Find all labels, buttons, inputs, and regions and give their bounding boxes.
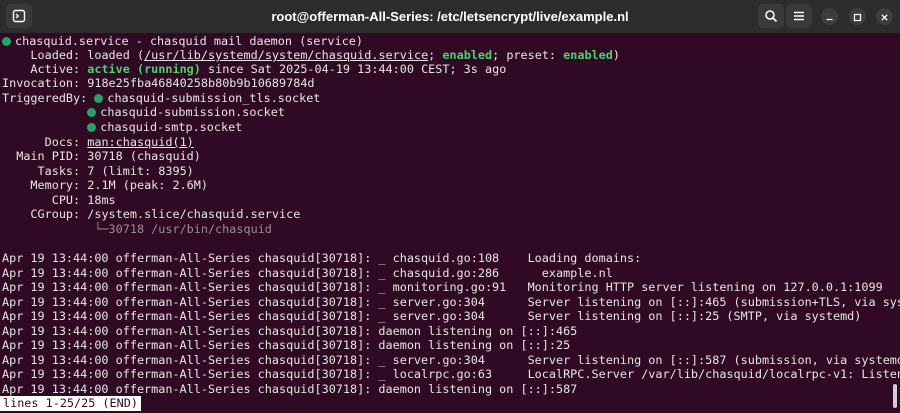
triggeredby-label: TriggeredBy: xyxy=(2,91,88,105)
close-button[interactable] xyxy=(876,8,893,25)
triggeredby-row: TriggeredBy: chasquid-submission_tls.soc… xyxy=(2,91,320,105)
tasks-label: Tasks: xyxy=(37,164,81,178)
log-line: Apr 19 13:44:00 offerman-All-Series chas… xyxy=(2,382,578,396)
enabled-state: enabled xyxy=(442,48,493,62)
docs-label: Docs: xyxy=(44,135,81,149)
search-button[interactable] xyxy=(758,4,784,28)
cgroup-process: └─30718 /usr/bin/chasquid xyxy=(94,222,272,236)
cpu-value: 18ms xyxy=(87,193,116,207)
preset-state: enabled xyxy=(563,48,613,62)
log-line: Apr 19 13:44:00 offerman-All-Series chas… xyxy=(2,266,613,280)
trigger-socket: chasquid-smtp.socket xyxy=(100,120,243,134)
log-line: Apr 19 13:44:00 offerman-All-Series chas… xyxy=(2,367,900,381)
loaded-label: Loaded: xyxy=(30,48,81,62)
log-line: Apr 19 13:44:00 offerman-All-Series chas… xyxy=(2,324,578,338)
cgroup-label: CGroup: xyxy=(30,207,81,221)
docs-link[interactable]: man:chasquid(1) xyxy=(87,135,194,149)
mainpid-label: Main PID: xyxy=(16,149,81,163)
cgroup-value: /system.slice/chasquid.service xyxy=(87,207,301,221)
minimize-button[interactable] xyxy=(821,8,838,25)
log-line: Apr 19 13:44:00 offerman-All-Series chas… xyxy=(2,353,900,367)
trigger-row: chasquid-submission.socket xyxy=(2,105,285,119)
log-line: Apr 19 13:44:00 offerman-All-Series chas… xyxy=(2,280,883,294)
loaded-separator: ; xyxy=(428,48,443,62)
active-label: Active: xyxy=(30,62,81,76)
menu-button[interactable] xyxy=(786,4,812,28)
service-header-text: chasquid.service - chasquid mail daemon … xyxy=(15,34,364,48)
close-icon xyxy=(880,7,889,26)
active-state: active (running) xyxy=(87,62,201,76)
pager-status: lines 1-25/25 (END) xyxy=(0,396,141,411)
service-status-dot xyxy=(2,37,11,46)
active-since: since Sat 2025-04-19 13:44:00 CEST; 3s a… xyxy=(200,62,507,76)
loaded-row: Loaded: loaded (/usr/lib/systemd/system/… xyxy=(2,48,620,62)
hamburger-menu-icon xyxy=(792,9,806,23)
mainpid-value: 30718 (chasquid) xyxy=(87,149,201,163)
cpu-label: CPU: xyxy=(51,193,81,207)
trigger-status-dot xyxy=(87,123,97,132)
cgroup-row: CGroup: /system.slice/chasquid.service xyxy=(2,207,300,221)
memory-row: Memory: 2.1M (peak: 2.6M) xyxy=(2,178,208,192)
active-row: Active: active (running) since Sat 2025-… xyxy=(2,62,506,76)
terminal-window: root@offerman-All-Series: /etc/letsencry… xyxy=(0,0,900,413)
memory-value: 2.1M (peak: 2.6M) xyxy=(87,178,208,192)
log-line: Apr 19 13:44:00 offerman-All-Series chas… xyxy=(2,338,571,352)
log-line: Apr 19 13:44:00 offerman-All-Series chas… xyxy=(2,309,862,323)
cgroup-tree-row: └─30718 /usr/bin/chasquid xyxy=(2,222,272,236)
scrollbar[interactable] xyxy=(893,384,897,408)
trigger-row: chasquid-smtp.socket xyxy=(2,120,242,134)
docs-row: Docs: man:chasquid(1) xyxy=(2,135,194,149)
loaded-prefix: loaded ( xyxy=(87,48,145,62)
unit-file-path[interactable]: /usr/lib/systemd/system/chasquid.service xyxy=(144,48,428,62)
minimize-icon xyxy=(825,7,834,26)
loaded-suffix: ) xyxy=(612,48,620,62)
trigger-socket: chasquid-submission.socket xyxy=(100,105,285,119)
trigger-status-dot xyxy=(94,94,104,103)
search-icon xyxy=(764,9,778,23)
log-line: Apr 19 13:44:00 offerman-All-Series chas… xyxy=(2,251,642,265)
tasks-value: 7 (limit: 8395) xyxy=(87,164,194,178)
log-line: Apr 19 13:44:00 offerman-All-Series chas… xyxy=(2,295,900,309)
maximize-icon xyxy=(853,7,862,26)
trigger-status-dot xyxy=(87,108,97,117)
preset-label: ; preset: xyxy=(492,48,564,62)
mainpid-row: Main PID: 30718 (chasquid) xyxy=(2,149,201,163)
tasks-row: Tasks: 7 (limit: 8395) xyxy=(2,164,194,178)
invocation-row: Invocation: 918e25fba46840258b80b9b10689… xyxy=(2,76,315,90)
memory-label: Memory: xyxy=(30,178,81,192)
invocation-id: 918e25fba46840258b80b9b10689784d xyxy=(87,76,315,90)
trigger-socket: chasquid-submission_tls.socket xyxy=(107,91,321,105)
title-bar: root@offerman-All-Series: /etc/letsencry… xyxy=(0,0,900,34)
maximize-button[interactable] xyxy=(849,8,866,25)
terminal-output[interactable]: chasquid.service - chasquid mail daemon … xyxy=(0,34,900,413)
cpu-row: CPU: 18ms xyxy=(2,193,116,207)
service-header: chasquid.service - chasquid mail daemon … xyxy=(2,34,363,48)
invocation-label: Invocation: xyxy=(2,76,81,90)
